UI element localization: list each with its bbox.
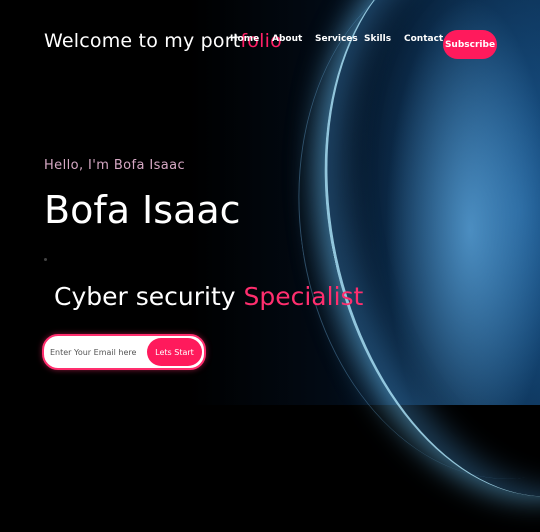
nav-link-services[interactable]: Services bbox=[315, 34, 358, 44]
navbar: Welcome to my portfolio Home About Servi… bbox=[0, 0, 540, 84]
decorative-dot bbox=[44, 258, 47, 261]
hero-name: Bofa Isaac bbox=[44, 188, 241, 232]
lets-start-button[interactable]: Lets Start bbox=[147, 338, 202, 366]
nav-link-contact[interactable]: Contact bbox=[404, 34, 443, 44]
hero-role: Cyber security Specialist bbox=[54, 282, 363, 311]
subscribe-button[interactable]: Subscribe bbox=[443, 30, 497, 59]
nav-link-home[interactable]: Home bbox=[230, 34, 259, 44]
email-input[interactable] bbox=[50, 342, 142, 362]
nav-link-about[interactable]: About bbox=[272, 34, 302, 44]
hero-role-accent: Specialist bbox=[243, 282, 364, 311]
hero-role-main: Cyber security bbox=[54, 282, 244, 311]
email-signup-form: Lets Start bbox=[42, 334, 206, 370]
hero-greeting: Hello, I'm Bofa Isaac bbox=[44, 158, 186, 173]
nav-link-skills[interactable]: Skills bbox=[364, 34, 391, 44]
brand-title-main: Welcome to my port bbox=[44, 30, 241, 52]
